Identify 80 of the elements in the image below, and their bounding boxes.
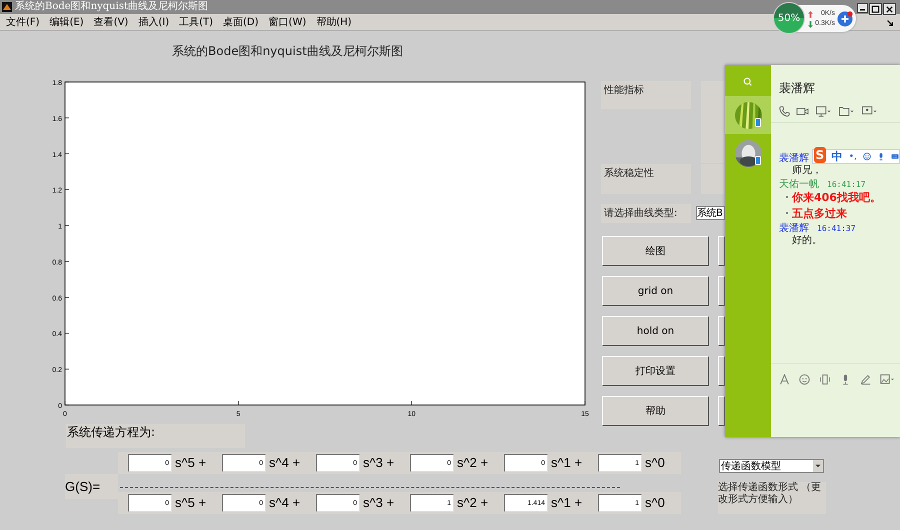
vibrate-icon[interactable] (819, 374, 831, 385)
power-label: s^0 (645, 494, 665, 512)
menu-item[interactable]: 编辑(E) (50, 15, 84, 29)
keyboard-icon[interactable] (890, 151, 900, 162)
push-button[interactable]: hold on (602, 316, 709, 346)
message-text: 五点多过来 (792, 206, 847, 220)
mobile-icon (755, 118, 761, 127)
menu-item[interactable]: 查看(V) (94, 15, 128, 29)
power-label: s^3 + (363, 494, 394, 512)
menu-item[interactable]: 文件(F) (6, 15, 40, 29)
sender-name: 裴潘辉 (779, 152, 809, 165)
pencil-icon[interactable] (860, 374, 871, 385)
dock-arrow-icon[interactable] (886, 19, 894, 27)
message-time: 16:41:37 (817, 224, 856, 233)
microphone-icon[interactable] (840, 374, 851, 385)
stability-label: 系统稳定性 (601, 164, 691, 194)
power-label: s^3 + (363, 454, 394, 472)
screen-share-icon[interactable] (815, 106, 832, 117)
add-icon[interactable] (837, 11, 853, 27)
g-label: G(S)= (65, 474, 118, 499)
push-button[interactable]: 打印设置 (602, 356, 709, 386)
menu-item[interactable]: 插入(I) (138, 15, 170, 29)
message-time: 16:41:17 (827, 180, 866, 189)
curve-type-label: 请选择曲线类型: (601, 204, 691, 223)
push-button[interactable] (718, 356, 725, 386)
push-button[interactable] (718, 316, 725, 346)
power-label: s^2 + (457, 454, 488, 472)
menu-item[interactable]: 桌面(D) (223, 15, 259, 29)
menu-item[interactable]: 窗口(W) (268, 15, 306, 29)
folder-icon[interactable] (838, 106, 855, 117)
message-text: 你来406找我吧。 (792, 190, 881, 204)
performance-label: 性能指标 (601, 81, 691, 109)
download-arrow-icon (808, 21, 813, 28)
phone-icon[interactable] (779, 106, 790, 117)
power-label: s^4 + (269, 494, 300, 512)
model-select[interactable]: 传递函数模型 (719, 459, 824, 473)
push-button[interactable]: 绘图 (602, 236, 709, 266)
push-button[interactable] (718, 276, 725, 306)
video-icon[interactable] (796, 106, 809, 117)
remote-desktop-icon[interactable] (861, 106, 878, 117)
microphone-icon[interactable] (876, 151, 885, 162)
push-button[interactable] (718, 236, 725, 266)
language-mode[interactable]: 中 (832, 149, 843, 164)
sender-name: 裴潘辉 (779, 222, 809, 235)
power-label: s^2 + (457, 494, 488, 512)
upload-arrow-icon (808, 11, 813, 18)
figure-title: 系统的Bode图和nyquist曲线及尼柯尔斯图 (172, 43, 403, 60)
power-label: s^1 + (551, 494, 582, 512)
emoji-icon[interactable] (799, 374, 810, 385)
power-label: s^4 + (269, 454, 300, 472)
push-button[interactable] (718, 396, 725, 426)
maximize-button[interactable] (869, 3, 882, 15)
emoji-icon[interactable] (862, 151, 871, 162)
close-icon (885, 4, 894, 14)
font-icon[interactable] (779, 374, 790, 385)
menu-item[interactable]: 工具(T) (179, 15, 214, 29)
minimize-icon (860, 8, 866, 11)
sender-name: 天佑一帆 (779, 178, 819, 191)
transfer-function-label: 系统传递方程为: (66, 424, 245, 448)
push-button[interactable]: grid on (602, 276, 709, 306)
close-button[interactable] (883, 3, 896, 15)
contact-name: 裴潘辉 (779, 81, 815, 95)
window-title: 系统的Bode图和nyquist曲线及尼柯尔斯图 (15, 1, 208, 13)
app-logo-icon (2, 2, 12, 12)
menu-item[interactable]: 帮助(H) (316, 15, 352, 29)
minimize-button[interactable] (857, 3, 868, 13)
memory-ball[interactable]: 50% (773, 2, 805, 34)
curve-type-select[interactable]: 系统B (696, 206, 725, 220)
power-label: s^5 + (175, 454, 206, 472)
message-text: 好的。 (792, 234, 822, 247)
punctuation-mode[interactable]: •, (848, 152, 857, 162)
message-text: 师兄， (792, 164, 822, 177)
image-icon[interactable] (880, 374, 894, 385)
power-label: s^5 + (175, 494, 206, 512)
maximize-icon (871, 4, 880, 14)
model-hint: 选择传递函数形式 （更改形式方便输入） (718, 482, 826, 514)
power-label: s^1 + (551, 454, 582, 472)
mobile-icon (755, 156, 761, 165)
push-button[interactable]: 帮助 (602, 396, 709, 426)
power-label: s^0 (645, 454, 665, 472)
